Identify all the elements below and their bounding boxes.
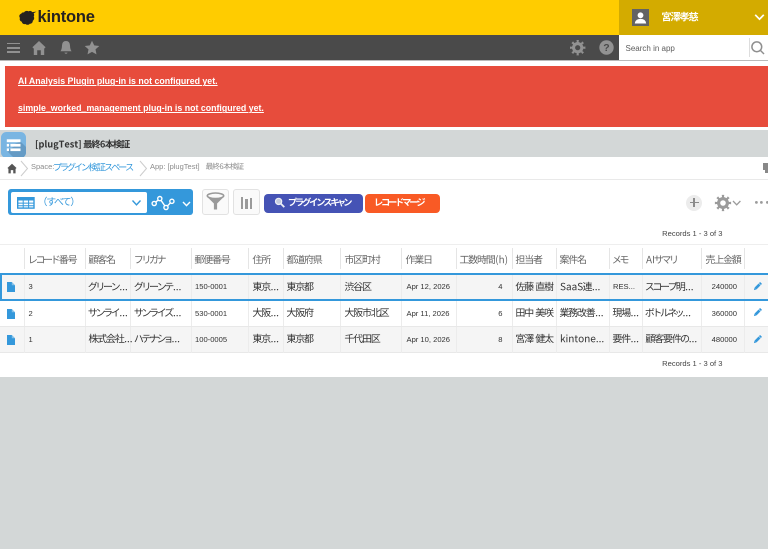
svg-text:?: ?: [603, 42, 609, 54]
